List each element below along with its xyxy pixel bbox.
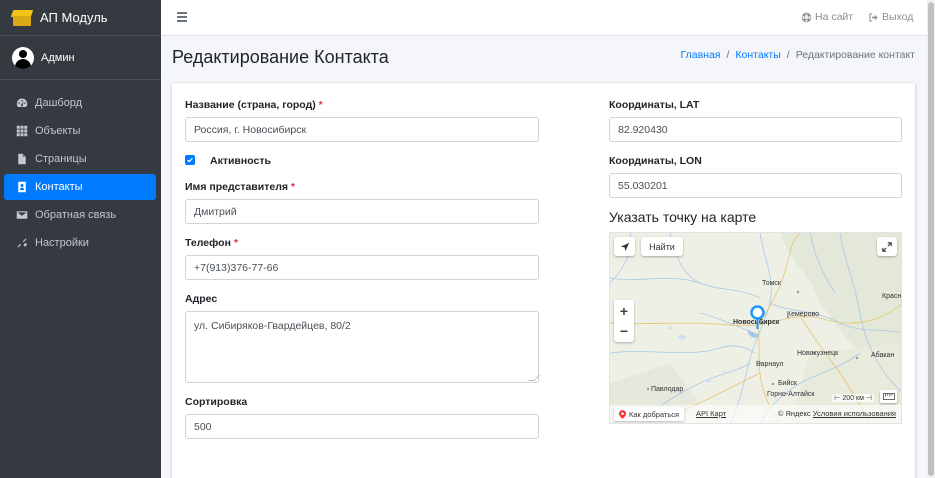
sidebar-item-objects[interactable]: Объекты [4, 118, 156, 144]
sidebar-item-label: Настройки [35, 237, 89, 249]
map-city-label: Новокузнецк [797, 350, 839, 357]
tachometer-icon [15, 97, 28, 110]
address-value: ул. Сибиряков-Гвардейцев, 80/2 [194, 320, 351, 332]
map-city-label: Томск [762, 280, 781, 287]
geolocation-button[interactable] [614, 237, 635, 256]
user-name: Админ [41, 51, 75, 64]
address-book-icon [15, 181, 28, 194]
map-city-label: Барнаул [756, 361, 784, 368]
breadcrumb-home[interactable]: Главная [681, 49, 721, 61]
address-label: Адрес [185, 293, 218, 305]
lon-label: Координаты, LON [609, 155, 702, 167]
sidebar-item-dashboard[interactable]: Дашборд [4, 90, 156, 116]
zoom-out-button[interactable]: − [620, 321, 628, 341]
avatar [12, 46, 34, 69]
sidebar-item-contacts[interactable]: Контакты [4, 174, 156, 200]
brand[interactable]: АП Модуль [0, 0, 161, 36]
breadcrumb-separator: / [726, 49, 730, 61]
expand-icon [882, 241, 892, 252]
required-mark: * [233, 237, 238, 249]
map-city-label: Горно-Алтайск [767, 391, 815, 398]
map-city-label: Кемерово [787, 311, 819, 318]
map-city-label: Павлодар [651, 386, 684, 393]
representative-label: Имя представителя * [185, 181, 296, 193]
map-widget[interactable]: Томск Красн Новосибирск Кемерово Новокуз… [609, 232, 902, 424]
page-scrollbar[interactable] [927, 0, 935, 478]
active-label: Активность [210, 155, 271, 167]
phone-label: Телефон * [185, 237, 238, 249]
terms-link[interactable]: Условия использования [813, 409, 896, 418]
map-city-label: Абакан [871, 352, 895, 359]
representative-input[interactable]: Дмитрий [185, 199, 539, 224]
find-button[interactable]: Найти [641, 237, 683, 256]
map-scale: ⊢ 200 км ⊣ [832, 394, 874, 402]
site-link[interactable]: На сайт [801, 11, 853, 23]
tools-icon [15, 237, 28, 250]
box-logo-icon [10, 9, 34, 26]
breadcrumb-contacts[interactable]: Контакты [735, 49, 780, 61]
map-copyright: © Яндекс Условия использования [777, 409, 896, 418]
globe-icon [801, 12, 812, 22]
zoom-control: + − [614, 300, 634, 342]
location-arrow-icon [620, 242, 629, 251]
lat-input[interactable]: 82.920430 [609, 117, 902, 142]
envelope-icon [15, 209, 28, 222]
red-pin-icon [619, 409, 626, 419]
lon-input[interactable]: 55.030201 [609, 173, 902, 198]
user-panel[interactable]: Админ [0, 36, 161, 80]
zoom-in-button[interactable]: + [620, 301, 628, 321]
fullscreen-button[interactable] [877, 237, 897, 256]
logout-link[interactable]: Выход [868, 11, 913, 23]
sidebar-item-label: Объекты [35, 125, 81, 137]
brand-name: АП Модуль [40, 10, 108, 25]
sidebar-nav: Дашборд Объекты Страницы Контакты Обратн… [0, 80, 161, 256]
page-title: Редактирование Контакта [172, 47, 389, 67]
sidebar-item-pages[interactable]: Страницы [4, 146, 156, 172]
location-pin-icon[interactable] [750, 305, 765, 329]
map-footer: Как добраться API Карт © Яндекс Условия … [610, 405, 901, 423]
sign-out-icon [869, 12, 878, 22]
name-input[interactable]: Россия, г. Новосибирск [185, 117, 539, 142]
sidebar-item-label: Контакты [35, 181, 83, 193]
ruler-icon [882, 393, 895, 400]
ruler-button[interactable] [880, 390, 897, 403]
grid-icon [15, 125, 28, 138]
sort-label: Сортировка [185, 396, 248, 408]
sidebar-item-label: Страницы [35, 153, 87, 165]
sidebar-item-feedback[interactable]: Обратная связь [4, 202, 156, 228]
required-mark: * [318, 99, 323, 111]
api-maps-link[interactable]: API Карт [696, 409, 726, 418]
address-textarea[interactable]: ул. Сибиряков-Гвардейцев, 80/2 [185, 311, 540, 383]
required-mark: * [290, 181, 296, 193]
sidebar-item-settings[interactable]: Настройки [4, 230, 156, 256]
breadcrumb: Главная / Контакты / Редактирование конт… [681, 49, 915, 61]
check-icon [187, 157, 193, 163]
contact-form-card: Название (страна, город) * Россия, г. Но… [172, 83, 915, 478]
sort-input[interactable]: 500 [185, 414, 539, 439]
route-button[interactable]: Как добраться [614, 407, 685, 421]
file-icon [15, 153, 28, 166]
top-navbar: На сайт Выход [161, 0, 935, 36]
breadcrumb-current: Редактирование контакт [795, 49, 915, 61]
phone-input[interactable]: +7(913)376-77-66 [185, 255, 539, 280]
resize-handle-icon[interactable] [528, 375, 540, 381]
map-city-label: Бийск [778, 380, 797, 387]
sidebar: АП Модуль Админ Дашборд Объекты Страницы… [0, 0, 161, 478]
map-scale-label: 200 км [842, 394, 864, 402]
breadcrumb-separator: / [786, 49, 790, 61]
menu-toggle-icon[interactable] [177, 12, 187, 22]
sidebar-item-label: Дашборд [35, 97, 83, 109]
map-title: Указать точку на карте [609, 209, 757, 225]
sidebar-item-label: Обратная связь [35, 209, 117, 221]
lat-label: Координаты, LAT [609, 99, 700, 111]
map-city-label: Красн [882, 293, 902, 300]
name-label: Название (страна, город) * [185, 99, 323, 111]
active-checkbox[interactable] [185, 155, 195, 165]
